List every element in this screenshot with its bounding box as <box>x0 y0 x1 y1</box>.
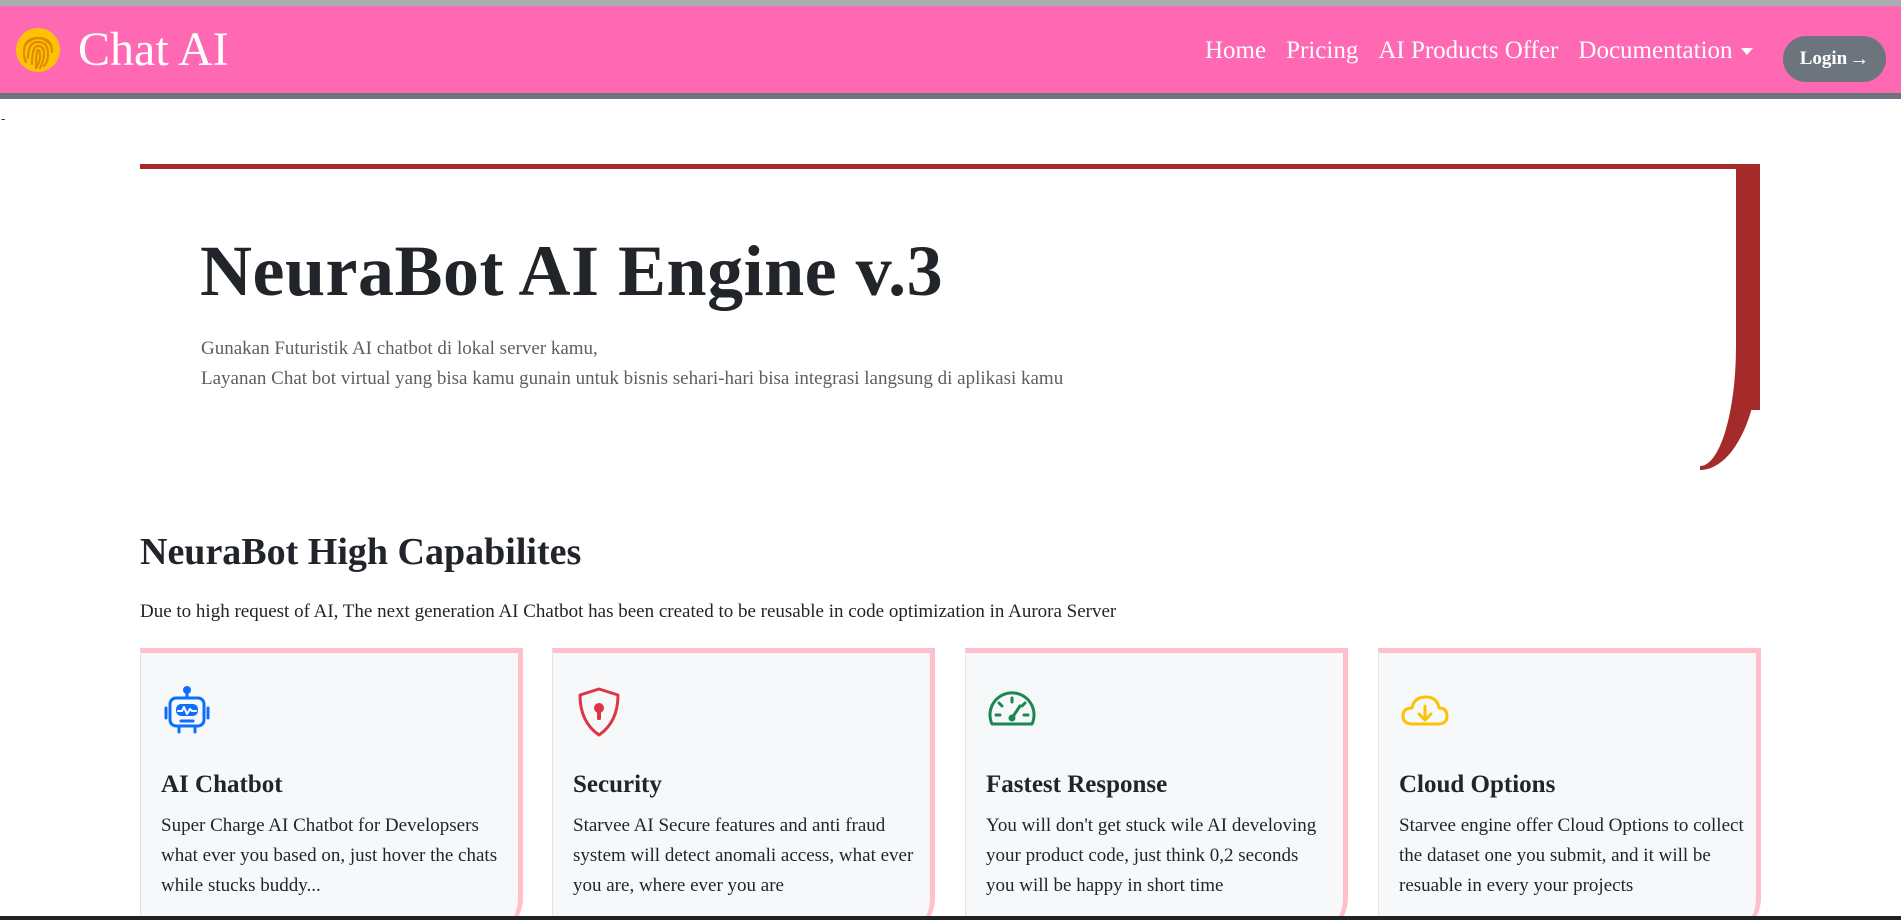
nav-home-link[interactable]: Home <box>1205 36 1266 66</box>
stray-text: - <box>1 112 6 127</box>
hero-subtitle-line-2: Layanan Chat bot virtual yang bisa kamu … <box>201 368 1064 389</box>
speedometer-icon <box>988 691 1036 726</box>
hero-subtitle: Gunakan Futuristik AI chatbot di lokal s… <box>201 334 1063 394</box>
nav-documentation-dropdown[interactable]: Documentation <box>1578 36 1753 66</box>
feature-card-security: Security Starvee AI Secure features and … <box>552 648 935 920</box>
brand-link[interactable]: Chat AI <box>14 24 229 76</box>
brand-name: Chat AI <box>78 23 229 76</box>
nav-ai-products-link[interactable]: AI Products Offer <box>1378 36 1558 66</box>
hero-section: NeuraBot AI Engine v.3 Gunakan Futuristi… <box>140 164 1760 470</box>
nav-links: Home Pricing AI Products Offer Documenta… <box>1205 36 1773 66</box>
feature-card-ai-chatbot: AI Chatbot Super Charge AI Chatbot for D… <box>140 648 523 920</box>
hero-subtitle-line-1: Gunakan Futuristik AI chatbot di lokal s… <box>201 338 598 359</box>
navbar: Chat AI Home Pricing AI Products Offer D… <box>0 6 1901 99</box>
feature-card-fastest-response: Fastest Response You will don't get stuc… <box>965 648 1348 920</box>
nav-documentation-label: Documentation <box>1578 37 1733 64</box>
card-title: Security <box>573 771 662 798</box>
hero-curve-border <box>1700 346 1760 470</box>
card-text: Super Charge AI Chatbot for Developsers … <box>161 815 498 896</box>
feature-card-cloud-options: Cloud Options Starvee engine offer Cloud… <box>1378 648 1761 920</box>
fingerprint-icon <box>16 28 60 72</box>
cloud-download-icon <box>1401 695 1449 726</box>
arrow-right-icon: → <box>1849 47 1870 70</box>
card-title: Cloud Options <box>1399 771 1556 798</box>
card-title: Fastest Response <box>986 771 1168 798</box>
capabilities-description: Due to high request of AI, The next gene… <box>140 601 1117 622</box>
hero-top-border <box>140 164 1760 169</box>
shield-lock-icon <box>578 687 620 737</box>
caret-down-icon <box>1740 47 1753 55</box>
nav-pricing-link[interactable]: Pricing <box>1286 36 1358 66</box>
card-title: AI Chatbot <box>161 771 283 798</box>
feature-cards: AI Chatbot Super Charge AI Chatbot for D… <box>140 648 1761 920</box>
card-text: Starvee AI Secure features and anti frau… <box>573 815 914 896</box>
login-button[interactable]: Login → <box>1783 36 1886 82</box>
card-text: You will don't get stuck wile AI develov… <box>986 815 1317 896</box>
hero-title: NeuraBot AI Engine v.3 <box>200 231 944 311</box>
login-label: Login <box>1799 48 1848 69</box>
card-text: Starvee engine offer Cloud Options to co… <box>1399 815 1744 896</box>
robot-icon <box>164 686 210 734</box>
window-bottom-edge <box>0 916 1901 920</box>
capabilities-title: NeuraBot High Capabilites <box>140 531 582 573</box>
